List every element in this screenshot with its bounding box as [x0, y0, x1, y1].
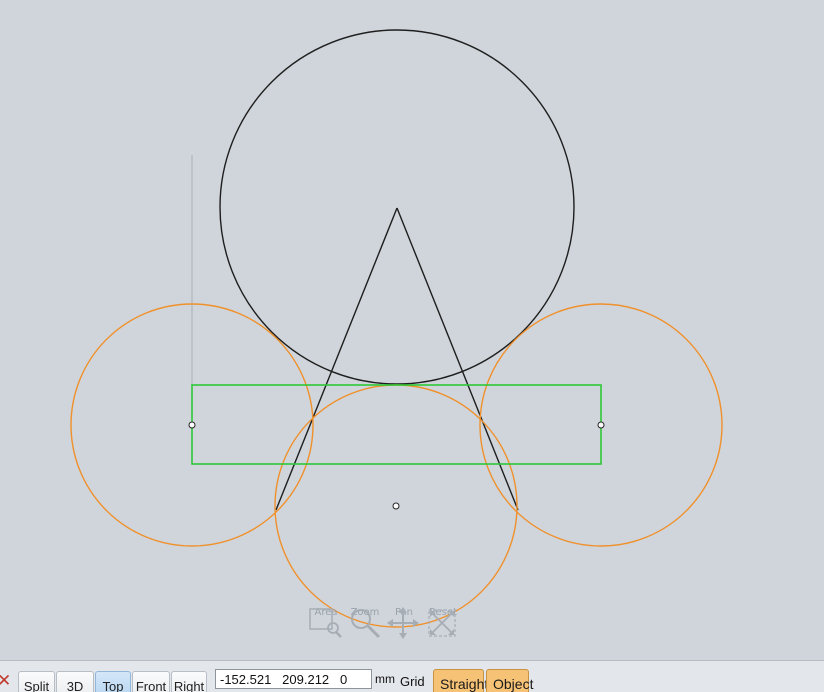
area-zoom-icon — [309, 608, 342, 638]
cad-app: Area Zoom Pan — [0, 0, 824, 692]
center-point-left[interactable] — [188, 421, 196, 429]
pan-button[interactable]: Pan — [384, 606, 424, 656]
reset-view-button[interactable]: Reset — [423, 606, 463, 656]
drawing-canvas[interactable]: Area Zoom Pan — [0, 0, 824, 660]
view-front-button[interactable]: Front — [132, 671, 170, 692]
straight-mode-button[interactable]: Straight — [433, 669, 488, 692]
view-top-button[interactable]: Top — [95, 671, 131, 692]
selected-rectangle[interactable] — [191, 384, 602, 465]
sketch-view[interactable] — [0, 0, 824, 660]
close-icon[interactable]: ✕ — [0, 671, 11, 691]
center-point-bottom[interactable] — [392, 502, 400, 510]
reset-view-icon — [428, 609, 456, 637]
area-zoom-button[interactable]: Area — [306, 606, 346, 656]
zoom-button[interactable]: Zoom — [345, 606, 385, 656]
zoom-icon — [351, 609, 381, 639]
sketch-circle-large[interactable] — [219, 29, 575, 385]
coordinate-input[interactable] — [215, 669, 372, 689]
view-split-button[interactable]: Split — [18, 671, 55, 692]
unit-label: mm — [375, 672, 395, 686]
pan-icon — [387, 607, 419, 639]
center-point-right[interactable] — [597, 421, 605, 429]
view-3d-button[interactable]: 3D — [56, 671, 94, 692]
view-right-button[interactable]: Right — [171, 671, 207, 692]
object-mode-button[interactable]: Object — [486, 669, 533, 692]
bottom-toolbar: ✕ Split 3D Top Front Right mm Grid Strai… — [0, 660, 824, 692]
grid-toggle[interactable]: Grid — [400, 674, 425, 689]
